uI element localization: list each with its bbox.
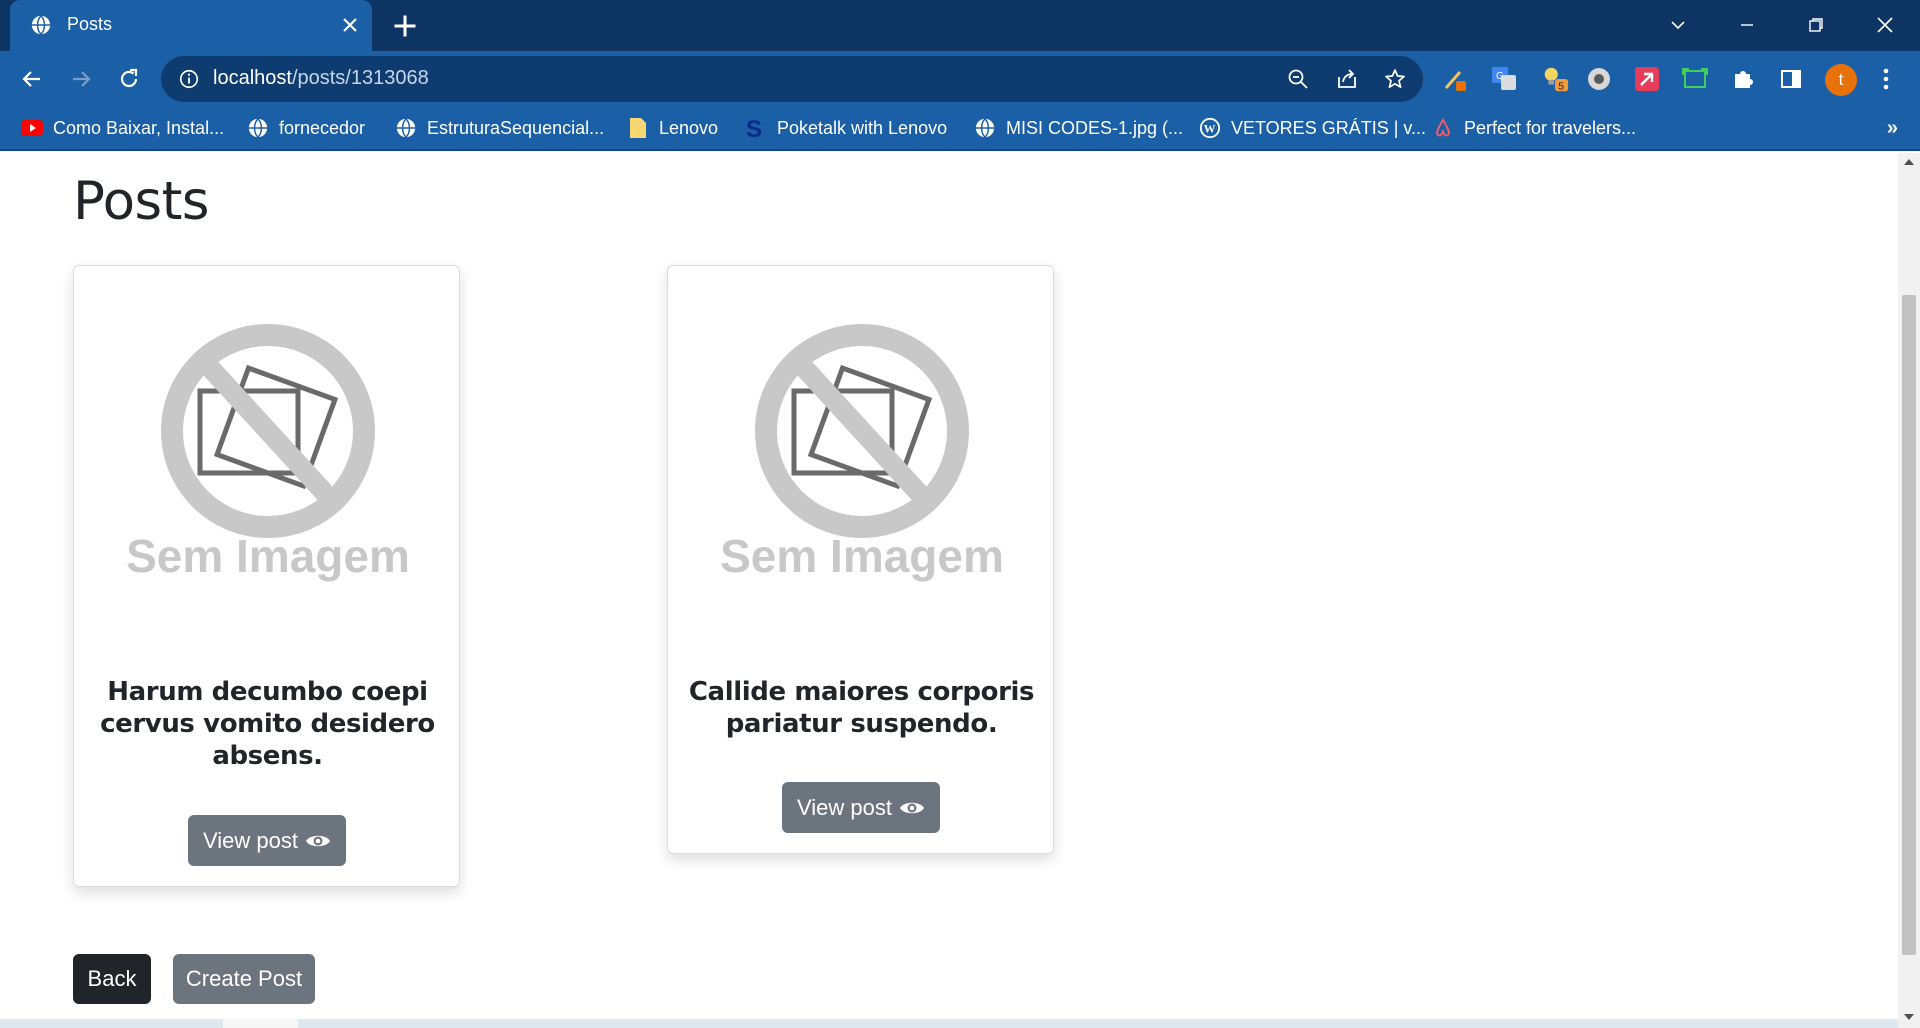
scrollbar-thumb[interactable] (1902, 295, 1916, 955)
scroll-up-arrow-icon[interactable] (1904, 159, 1914, 165)
svg-text:G: G (1496, 71, 1504, 82)
globe-icon (395, 117, 417, 139)
svg-text:5: 5 (1558, 81, 1564, 92)
wordpress-icon: W (1199, 117, 1221, 139)
post-card: Sem Imagem Callide maiores corporis pari… (667, 265, 1054, 854)
post-title: Harum decumbo coepi cervus vomito deside… (100, 677, 435, 771)
bookmark-item[interactable]: Perfect for travelers... (1432, 115, 1636, 141)
horizontal-scrollbar[interactable] (0, 1019, 1898, 1028)
restore-icon (1809, 18, 1823, 32)
globe-icon (247, 117, 269, 139)
kebab-menu-icon (1883, 68, 1889, 90)
browser-tab-strip: Posts (0, 0, 1920, 51)
scroll-down-arrow-icon[interactable] (1904, 1014, 1914, 1020)
url-text[interactable]: localhost/posts/1313068 (213, 67, 429, 90)
page-title: Posts (73, 171, 210, 232)
bookmark-item[interactable]: S Poketalk with Lenovo (745, 115, 947, 141)
browser-toolbar: localhost/posts/1313068 G 5 t (0, 51, 1920, 107)
no-image-placeholder: Sem Imagem (720, 324, 1004, 582)
back-button[interactable]: Back (73, 954, 151, 1004)
browser-tab-posts[interactable]: Posts (10, 0, 372, 51)
bookmark-item[interactable]: Como Baixar, Instal... (21, 115, 224, 141)
translate-icon: G (1492, 67, 1516, 90)
tab-search-button[interactable] (1658, 8, 1698, 42)
extension-camera-button[interactable] (1584, 64, 1614, 94)
side-panel-button[interactable] (1776, 64, 1806, 94)
side-panel-icon (1781, 70, 1801, 88)
globe-icon (31, 15, 51, 35)
tab-title: Posts (67, 14, 113, 34)
no-image-label: Sem Imagem (126, 530, 410, 582)
address-bar[interactable]: localhost/posts/1313068 (161, 56, 1423, 102)
arrow-left-icon (22, 71, 40, 87)
view-post-button[interactable]: View post (782, 782, 940, 833)
reload-icon (120, 68, 138, 88)
s-logo-icon: S (745, 117, 767, 139)
forward-nav-button[interactable] (66, 64, 96, 94)
puzzle-icon (1735, 71, 1753, 88)
arrow-redirect-icon (1635, 67, 1659, 91)
profile-avatar[interactable]: t (1825, 64, 1857, 96)
lightbulb-icon: 5 (1544, 67, 1569, 92)
svg-text:S: S (746, 117, 762, 139)
bookmark-item[interactable]: fornecedor (247, 115, 365, 141)
info-icon[interactable] (178, 68, 200, 90)
extension-idea-button[interactable]: 5 (1540, 64, 1570, 94)
horizontal-scrollbar-thumb[interactable] (223, 1019, 298, 1028)
eye-icon (305, 835, 330, 846)
eye-icon (899, 802, 924, 813)
minimize-icon (1741, 24, 1753, 26)
page-content: Posts Sem Imagem Harum decumbo coepi cer… (0, 153, 1898, 1028)
bookmark-item[interactable]: Lenovo (627, 115, 718, 141)
browser-menu-button[interactable] (1871, 64, 1901, 94)
new-tab-icon[interactable] (391, 12, 419, 40)
post-title: Callide maiores corporis pariatur suspen… (688, 677, 1035, 739)
no-image-placeholder: Sem Imagem (126, 324, 410, 582)
svg-text:W: W (1204, 122, 1216, 136)
star-icon[interactable] (1383, 67, 1407, 91)
globe-icon (974, 117, 996, 139)
close-tab-icon[interactable] (338, 13, 362, 37)
no-image-label: Sem Imagem (720, 530, 1004, 582)
close-window-button[interactable] (1865, 8, 1905, 42)
extension-translate-button[interactable]: G (1489, 64, 1519, 94)
folder-icon (627, 117, 649, 139)
vertical-scrollbar[interactable] (1898, 153, 1920, 1028)
minimize-button[interactable] (1727, 8, 1767, 42)
webcam-icon (1588, 68, 1610, 90)
reload-button[interactable] (114, 64, 144, 94)
share-icon[interactable] (1335, 67, 1359, 91)
more-bookmarks-button[interactable]: » (1887, 117, 1898, 140)
screenshot-icon (1682, 68, 1708, 88)
create-post-button[interactable]: Create Post (173, 954, 315, 1004)
bookmarks-bar: Como Baixar, Instal... fornecedor Estrut… (0, 107, 1920, 151)
bookmark-item[interactable]: MISI CODES-1.jpg (... (974, 115, 1183, 141)
back-nav-button[interactable] (17, 64, 47, 94)
extension-eyedropper-button[interactable] (1441, 64, 1471, 94)
arrow-right-icon (73, 71, 91, 87)
bookmark-item[interactable]: W VETORES GRÁTIS | v... (1199, 115, 1426, 141)
chevron-down-icon (1671, 21, 1685, 30)
eyedropper-icon (1444, 71, 1466, 91)
zoom-out-icon[interactable] (1286, 67, 1310, 91)
bookmark-item[interactable]: EstruturaSequencial... (395, 115, 604, 141)
extension-screenshot-button[interactable] (1680, 64, 1710, 94)
close-icon (1877, 17, 1893, 33)
view-post-button[interactable]: View post (188, 815, 346, 866)
extension-redirect-button[interactable] (1632, 64, 1662, 94)
post-card: Sem Imagem Harum decumbo coepi cervus vo… (73, 265, 460, 887)
extensions-menu-button[interactable] (1728, 64, 1758, 94)
youtube-icon (21, 117, 43, 139)
restore-button[interactable] (1796, 8, 1836, 42)
airbnb-icon (1432, 117, 1454, 139)
